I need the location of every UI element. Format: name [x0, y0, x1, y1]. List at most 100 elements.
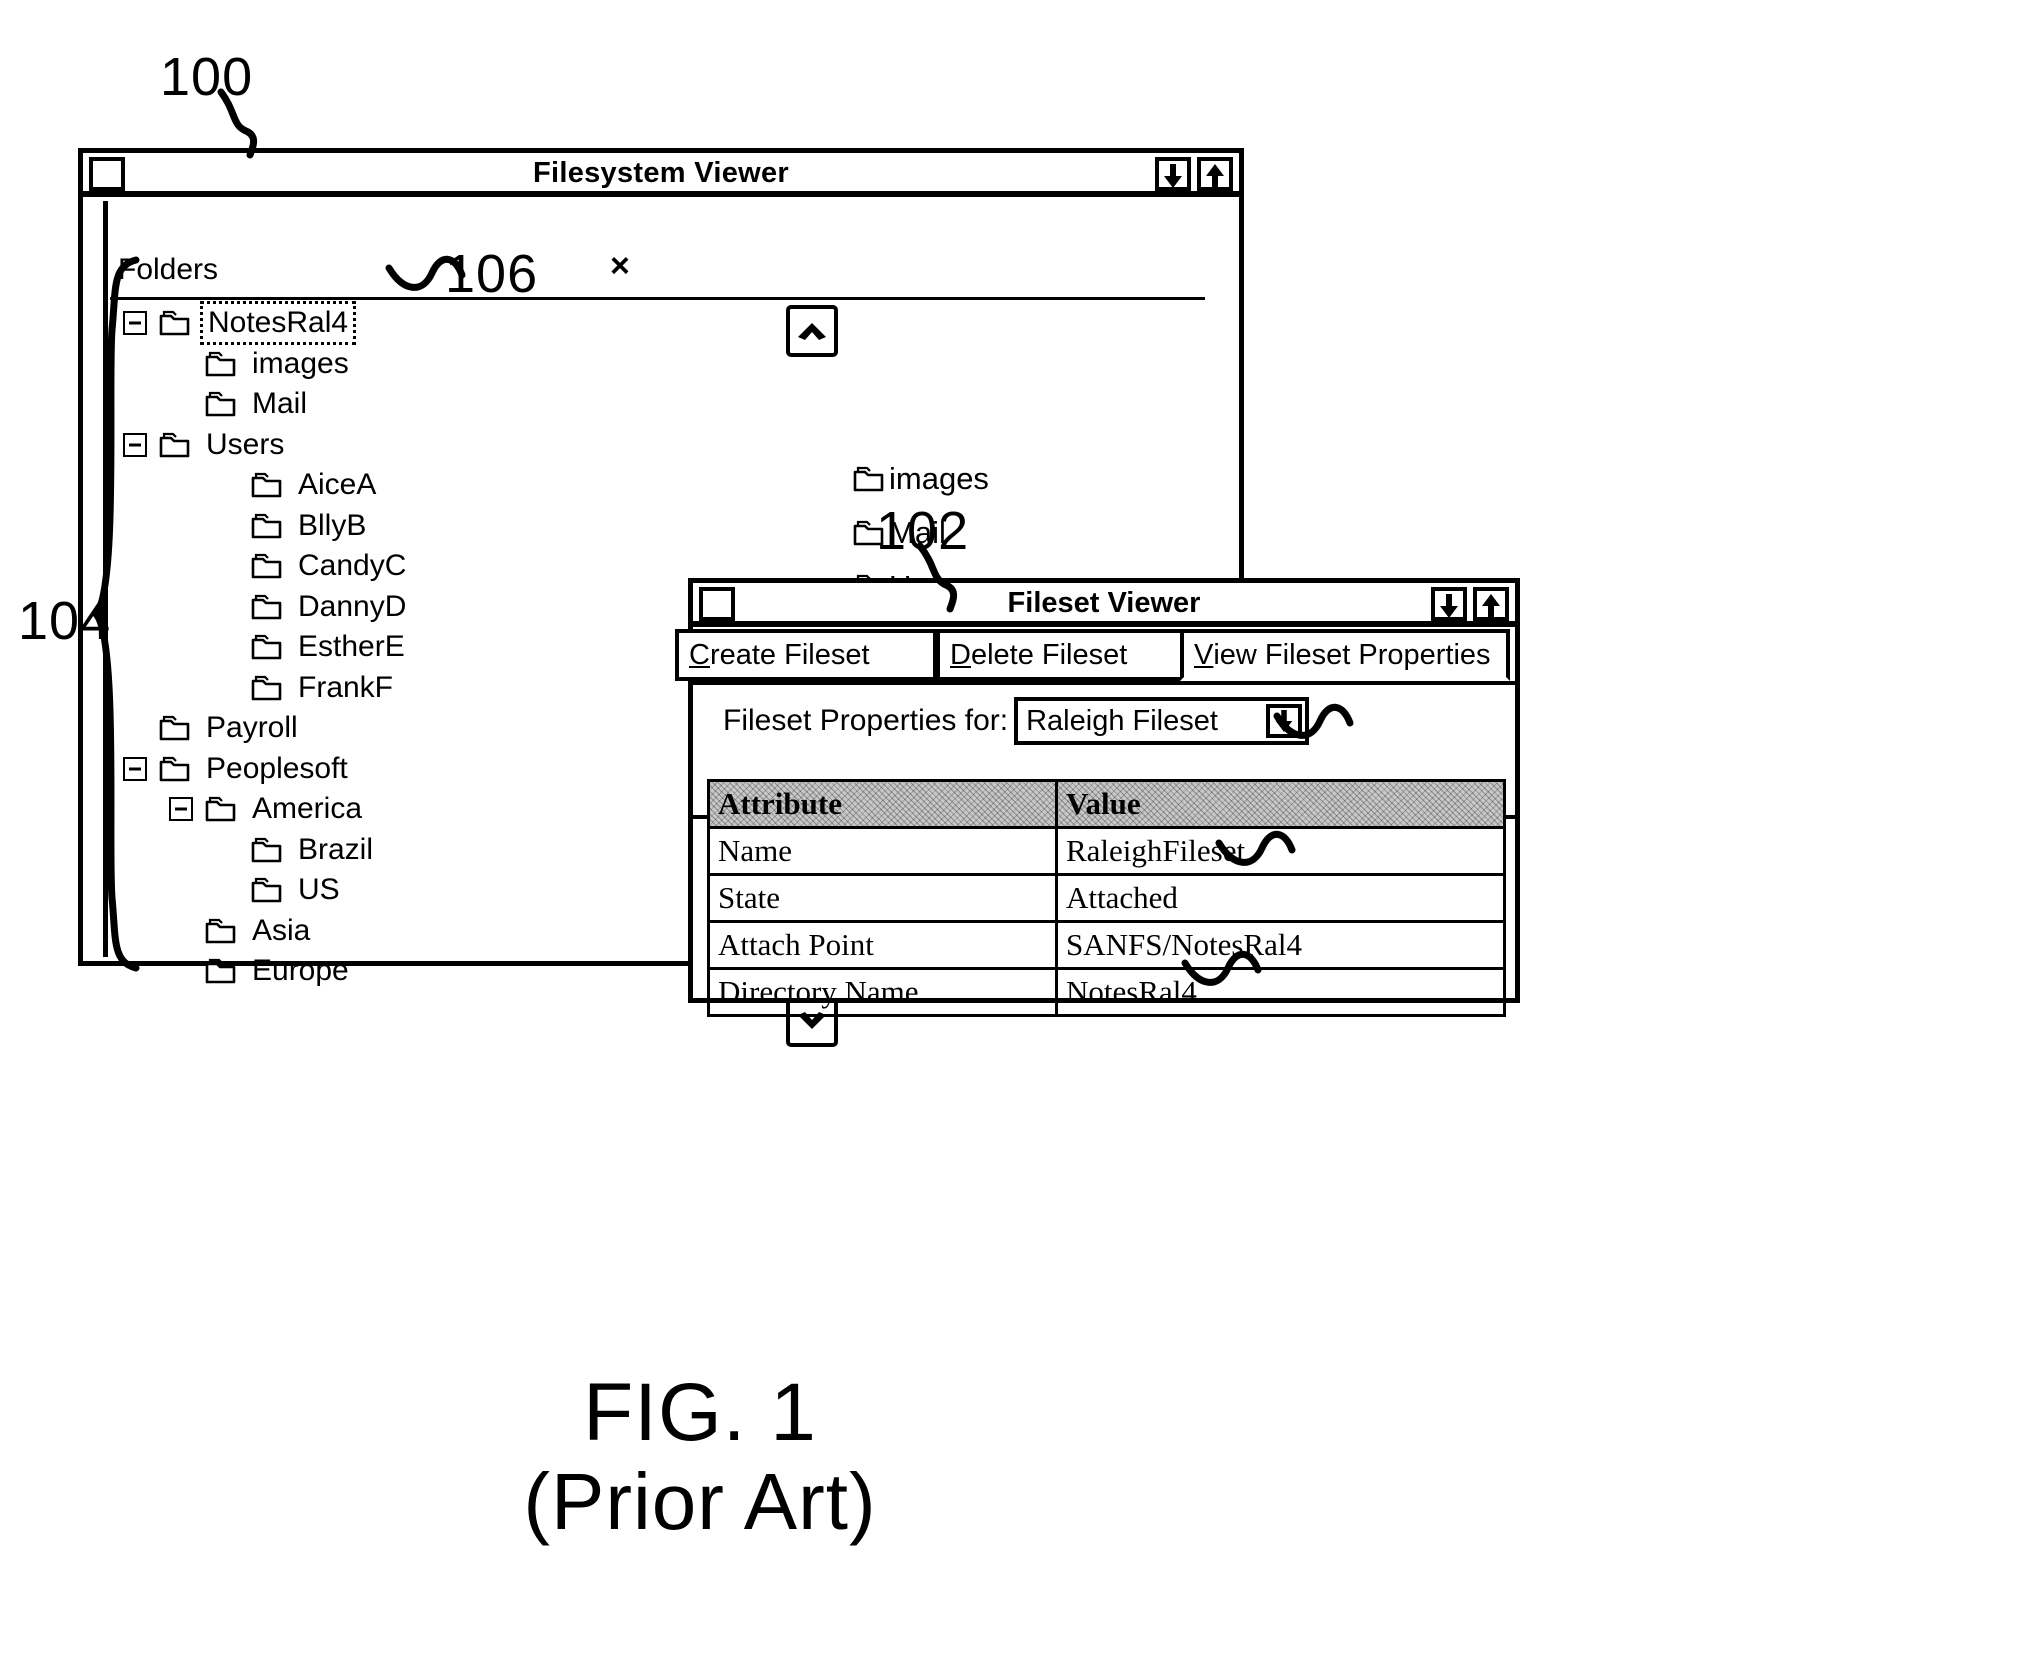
- tree-item-europe[interactable]: Europe: [123, 951, 593, 992]
- tab-delete-fileset-mnemonic: D: [950, 638, 971, 671]
- folder-icon: [251, 675, 282, 701]
- tree-item-bllyb[interactable]: BllyB: [123, 506, 593, 547]
- cell-attribute: Name: [707, 826, 1058, 876]
- folders-panel-label: Folders: [118, 253, 219, 286]
- tab-view-fileset-properties-label: iew Fileset Properties: [1213, 638, 1491, 671]
- list-item[interactable]: images: [853, 452, 1103, 506]
- tree-item-brazil[interactable]: Brazil: [123, 830, 593, 871]
- cell-attribute: State: [707, 873, 1058, 923]
- down-arrow-icon[interactable]: [1155, 157, 1191, 191]
- tree-item-notesral4[interactable]: NotesRal4: [123, 301, 593, 346]
- reference-numeral-102: 102: [876, 501, 970, 561]
- tree-item-america[interactable]: America: [123, 789, 593, 830]
- fileset-viewer-tabs: Create Fileset Delete Fileset View Files…: [675, 629, 1515, 685]
- column-header-value: Value: [1055, 779, 1506, 829]
- tree-item-esthere[interactable]: EstherE: [123, 627, 593, 668]
- tree-toggle-spacer: [169, 919, 193, 943]
- fileset-select-value: Raleigh Fileset: [1026, 704, 1218, 737]
- filesystem-viewer-titlebar: Filesystem Viewer: [83, 153, 1239, 197]
- tree-item-label: US: [298, 873, 340, 907]
- tree-item-label: Asia: [252, 913, 311, 947]
- tree-item-label: Users: [206, 427, 285, 461]
- tree-toggle-spacer: [215, 554, 239, 578]
- tree-item-aicea[interactable]: AiceA: [123, 465, 593, 506]
- reference-numeral-100: 100: [160, 47, 254, 107]
- folder-icon: [853, 466, 884, 492]
- tree-item-label: Payroll: [206, 711, 298, 745]
- folder-icon: [205, 351, 236, 377]
- folder-icon: [251, 554, 282, 579]
- tree-item-payroll[interactable]: Payroll: [123, 708, 593, 749]
- figure-caption-line2: (Prior Art): [523, 1457, 877, 1547]
- folder-icon: [251, 837, 282, 863]
- folder-icon: [205, 797, 236, 822]
- collapse-minus-icon[interactable]: [123, 311, 147, 336]
- tree-item-us[interactable]: US: [123, 870, 593, 911]
- folder-icon: [251, 594, 282, 620]
- column-header-attribute: Attribute: [707, 779, 1058, 829]
- tree-toggle-spacer: [123, 716, 147, 740]
- tree-toggle-spacer: [215, 473, 239, 497]
- fileset-select[interactable]: Raleigh Fileset: [1014, 697, 1310, 745]
- tree-item-frankf[interactable]: FrankF: [123, 668, 593, 709]
- collapse-minus-icon[interactable]: [169, 797, 193, 822]
- folder-icon: [159, 432, 190, 458]
- folder-icon: [159, 311, 190, 336]
- tree-item-asia[interactable]: Asia: [123, 911, 593, 952]
- tree-toggle-spacer: [215, 676, 239, 700]
- tree-item-label: Europe: [252, 954, 349, 988]
- folder-icon: [205, 959, 236, 984]
- tree-item-dannyd[interactable]: DannyD: [123, 587, 593, 628]
- tree-item-label: images: [252, 346, 349, 380]
- table-body: Name RaleighFileset State Attached Attach Po…: [707, 826, 1506, 1017]
- table-row: Attach Point SANFS/NotesRal4: [707, 920, 1506, 970]
- table-row: State Attached: [707, 873, 1506, 923]
- cell-value: Attached: [1055, 873, 1506, 923]
- list-item-label: images: [889, 461, 989, 496]
- down-arrow-icon[interactable]: [1266, 704, 1303, 738]
- cell-value: NotesRal4: [1055, 967, 1506, 1017]
- tree-item-peoplesoft[interactable]: Peoplesoft: [123, 749, 593, 790]
- fileset-viewer-window: Fileset Viewer Create Fileset Delete Fil…: [675, 578, 1520, 1017]
- fileset-selector-row: Fileset Properties for: Raleigh Fileset: [693, 683, 1515, 819]
- collapse-minus-icon[interactable]: [123, 432, 147, 457]
- folder-icon: [251, 513, 282, 539]
- tab-create-fileset[interactable]: Create Fileset: [675, 629, 937, 681]
- tree-item-images[interactable]: images: [123, 344, 593, 385]
- tab-create-fileset-mnemonic: C: [689, 638, 710, 671]
- cell-value: SANFS/NotesRal4: [1055, 920, 1506, 970]
- tab-delete-fileset[interactable]: Delete Fileset: [936, 629, 1193, 681]
- collapse-minus-icon[interactable]: [123, 756, 147, 781]
- figure-caption: FIG. 1 (Prior Art): [0, 1367, 1400, 1548]
- tree-item-mail[interactable]: Mail: [123, 384, 593, 425]
- tree-item-label: CandyC: [298, 549, 407, 583]
- tree-toggle-spacer: [169, 392, 193, 416]
- figure-caption-line1: FIG. 1: [583, 1367, 817, 1458]
- tree-item-label: America: [252, 792, 363, 826]
- tree-item-candyc[interactable]: CandyC: [123, 546, 593, 587]
- tree-item-label: Mail: [252, 387, 308, 421]
- tree-item-label: DannyD: [298, 589, 407, 623]
- up-arrow-icon[interactable]: [1473, 587, 1509, 621]
- tab-view-fileset-properties-mnemonic: V: [1194, 638, 1214, 671]
- chevron-up-icon[interactable]: [786, 305, 838, 357]
- folder-icon: [159, 756, 190, 782]
- tree-item-label: EstherE: [298, 630, 405, 664]
- up-arrow-icon[interactable]: [1197, 157, 1233, 191]
- tree-item-label: FrankF: [298, 670, 394, 704]
- folder-tree[interactable]: NotesRal4 images Mail Users AiceA BllyB CandyC…: [123, 301, 593, 992]
- tab-delete-fileset-label: elete Fileset: [970, 638, 1128, 671]
- tree-toggle-spacer: [215, 878, 239, 902]
- close-icon[interactable]: ×: [610, 249, 630, 283]
- tree-toggle-spacer: [215, 838, 239, 862]
- tree-item-label: Brazil: [298, 832, 374, 866]
- panel-divider: [110, 297, 1205, 300]
- down-arrow-icon[interactable]: [1431, 587, 1467, 621]
- table-header-row: Attribute Value: [707, 779, 1506, 829]
- folder-icon: [205, 918, 236, 944]
- tree-item-users[interactable]: Users: [123, 425, 593, 466]
- cell-attribute: Attach Point: [707, 920, 1058, 970]
- tab-view-fileset-properties[interactable]: View Fileset Properties: [1180, 629, 1510, 681]
- tree-toggle-spacer: [215, 514, 239, 538]
- folder-icon: [251, 473, 282, 498]
